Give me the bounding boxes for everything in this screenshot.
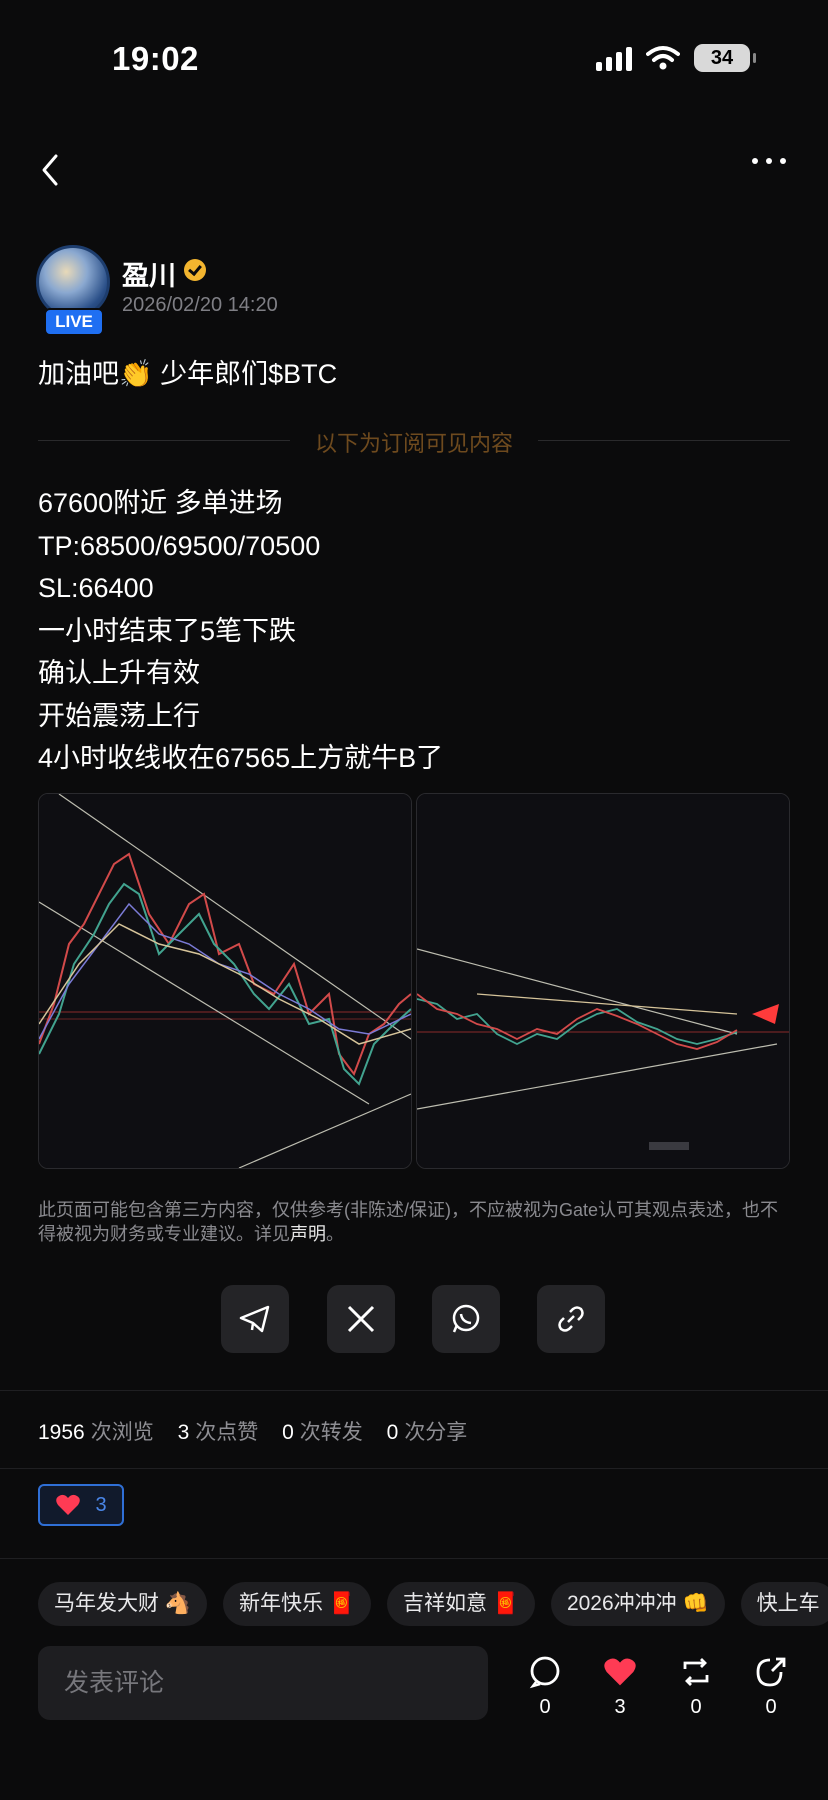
shares-count: 0 [386, 1421, 399, 1444]
like-count: 3 [614, 1696, 626, 1718]
share-icon [756, 1657, 786, 1687]
quick-tag[interactable]: 2026冲冲冲 👊 [550, 1582, 725, 1626]
whatsapp-icon [452, 1304, 480, 1333]
post-stats: 1956 次浏览 3 次点赞 0 次转发 0 次分享 [38, 1416, 485, 1446]
quick-tag[interactable]: 吉祥如意 🧧 [386, 1582, 535, 1626]
likes-count: 3 [177, 1421, 190, 1444]
divider [0, 1558, 828, 1559]
disclaimer-link[interactable]: 声明 [290, 1224, 326, 1244]
quick-tags: 马年发大财 🐴 新年快乐 🧧 吉祥如意 🧧 2026冲冲冲 👊 快上车 [38, 1582, 828, 1626]
like-action[interactable]: 3 [595, 1654, 645, 1719]
post-headline: 加油吧👏 少年郎们$BTC [38, 359, 338, 389]
divider [0, 1390, 828, 1391]
author-name[interactable]: 盈川 [122, 254, 176, 293]
comment-icon [529, 1656, 560, 1689]
post-body: 67600附近 多单进场 TP:68500/69500/70500 SL:664… [38, 482, 443, 780]
reaction-chip[interactable]: 3 [38, 1484, 124, 1526]
views-count: 1956 [38, 1421, 85, 1444]
share-action[interactable]: 0 [746, 1654, 796, 1719]
repost-action[interactable]: 0 [671, 1654, 721, 1719]
post-line: 4小时收线收在67565上方就牛B了 [38, 743, 444, 773]
heart-icon [56, 1494, 81, 1515]
reposts-count: 0 [282, 1421, 294, 1444]
post-line: TP:68500/69500/70500 [38, 530, 321, 561]
quick-tag[interactable]: 快上车 [740, 1582, 828, 1626]
post-line: 确认上升有效 [38, 658, 200, 688]
chart-image-1[interactable] [38, 793, 412, 1169]
reposts-label: 次转发 [299, 1421, 363, 1444]
likes-label: 次点赞 [195, 1421, 259, 1444]
wifi-icon [646, 46, 680, 70]
battery-indicator: 34 [694, 44, 756, 72]
copy-link-button[interactable] [537, 1285, 605, 1353]
more-options-icon[interactable] [752, 158, 786, 164]
comment-count: 0 [539, 1696, 551, 1718]
subscriber-content-label: 以下为订阅可见内容 [314, 431, 513, 456]
link-icon [558, 1306, 584, 1332]
comment-input[interactable]: 发表评论 [38, 1646, 488, 1720]
share-count: 0 [765, 1696, 777, 1718]
comment-action[interactable]: 0 [520, 1654, 570, 1719]
shares-label: 次分享 [404, 1421, 468, 1444]
verified-badge-icon [184, 259, 206, 281]
post-line: SL:66400 [38, 573, 154, 603]
quick-tag[interactable]: 新年快乐 🧧 [222, 1582, 371, 1626]
repost-icon [683, 1658, 709, 1686]
x-logo-icon [347, 1305, 375, 1333]
post-date: 2026/02/20 14:20 [122, 294, 278, 316]
divider [0, 1468, 828, 1469]
disclaimer: 此页面可能包含第三方内容，仅供参考(非陈述/保证)，不应被视为Gate认可其观点… [38, 1198, 790, 1246]
reaction-count: 3 [95, 1493, 107, 1516]
cellular-signal-icon [596, 45, 632, 71]
quick-tag[interactable]: 马年发大财 🐴 [38, 1582, 207, 1626]
status-icons: 34 [596, 44, 756, 72]
share-x-button[interactable] [327, 1285, 395, 1353]
post-line: 开始震荡上行 [38, 700, 200, 731]
post-line: 一小时结束了5笔下跌 [38, 615, 297, 646]
status-time: 19:02 [112, 40, 199, 77]
repost-count: 0 [690, 1696, 702, 1718]
live-badge: LIVE [44, 308, 104, 336]
share-telegram-button[interactable] [221, 1285, 289, 1353]
telegram-icon [239, 1305, 270, 1333]
disclaimer-text: 此页面可能包含第三方内容，仅供参考(非陈述/保证)，不应被视为Gate认可其观点… [38, 1200, 779, 1244]
disclaimer-end: 。 [326, 1224, 344, 1244]
views-label: 次浏览 [90, 1421, 154, 1444]
post-line: 67600附近 多单进场 [38, 488, 283, 518]
chart-image-2[interactable] [416, 793, 790, 1169]
share-whatsapp-button[interactable] [432, 1285, 500, 1353]
heart-icon [604, 1658, 636, 1686]
back-icon[interactable] [34, 150, 66, 190]
